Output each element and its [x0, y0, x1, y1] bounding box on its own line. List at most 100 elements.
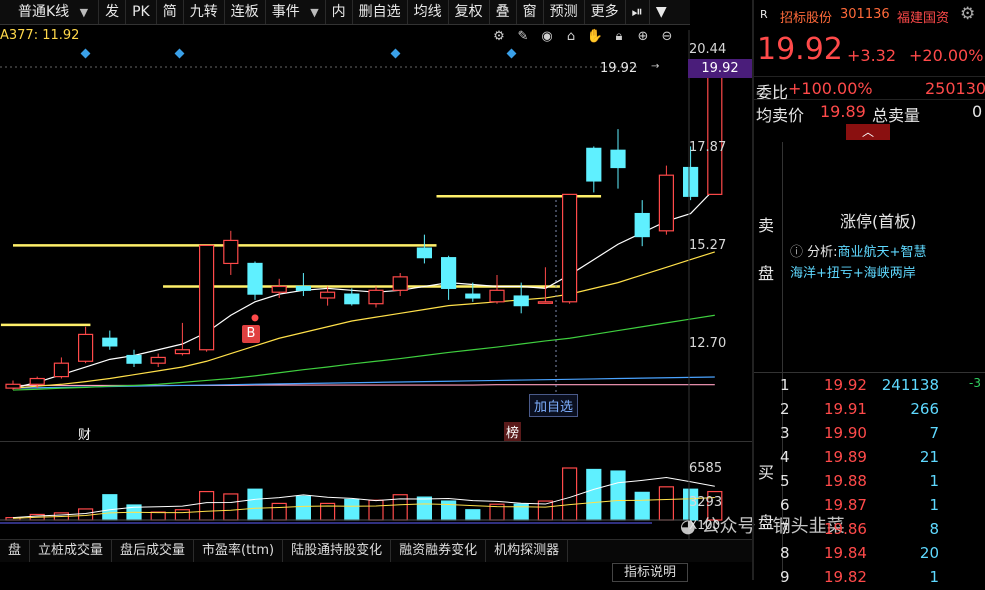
avg-price: 19.89	[820, 102, 866, 121]
bid-level-row[interactable]: 4 19.89 21	[754, 446, 985, 470]
vol-tick: 6585	[689, 461, 723, 476]
current-price-tag: 19.92	[688, 59, 752, 78]
volume-bar	[465, 509, 481, 521]
vol-ma10-line	[12, 496, 715, 519]
settings-icon[interactable]: ⚙	[960, 4, 975, 24]
candle-body	[634, 212, 650, 238]
candle-body	[707, 66, 723, 195]
volume-bar	[223, 493, 239, 521]
support-lines	[0, 195, 602, 327]
ma10-line	[12, 251, 715, 389]
add-watchlist-button[interactable]: 加自选	[529, 394, 579, 417]
volume-bar	[247, 488, 263, 521]
candle-body	[150, 356, 166, 364]
bid-level-row[interactable]: 6 19.87 1	[754, 494, 985, 518]
weibi-volume: 250130	[925, 79, 985, 98]
price-row: 19.92 +3.32 +20.00%	[754, 32, 985, 68]
arrow-right-icon: →	[651, 61, 660, 72]
wechat-icon: ◕	[680, 516, 696, 537]
sell-side-label: 卖 盘	[754, 142, 783, 372]
region-tag[interactable]: 福建国资	[897, 7, 949, 26]
bid-level-row[interactable]: 2 19.91 266	[754, 398, 985, 422]
candle-body	[561, 193, 578, 303]
candle-body	[223, 239, 239, 265]
avg-label: 均卖价	[756, 106, 805, 125]
sell-label-1: 卖	[758, 216, 775, 235]
tab-margin-change[interactable]: 融资融券变化	[391, 540, 487, 562]
bid-level-price: 19.89	[824, 448, 867, 466]
bid-level-row[interactable]: 8 19.84 20	[754, 542, 985, 566]
total-sell-label: 总卖量	[872, 106, 921, 125]
indicator-info-button[interactable]: 指标说明	[612, 563, 688, 582]
vol-tick: 3293	[689, 495, 723, 510]
candle-body	[586, 147, 602, 182]
volume-bar	[634, 491, 650, 521]
avg-row: 均卖价 19.89 总卖量 0	[754, 99, 985, 125]
kline-chart[interactable]	[0, 0, 752, 540]
divider	[754, 372, 985, 373]
bid-level-volume: 266	[910, 400, 939, 418]
last-price: 19.92	[757, 32, 843, 67]
candle-body	[53, 362, 70, 378]
quote-panel: R 招标股份 301136 福建国资 ⚙ 19.92 +3.32 +20.00%…	[754, 0, 985, 586]
bid-level-price: 19.86	[824, 520, 867, 538]
bid-level-volume: 1	[929, 496, 939, 514]
tab-pan[interactable]: 盘	[0, 540, 31, 562]
bid-level-price: 19.88	[824, 472, 867, 490]
bid-level-row[interactable]: 9 19.82 1	[754, 566, 985, 590]
bid-level-price: 19.91	[824, 400, 867, 418]
price-hint-label: 19.92	[600, 61, 638, 76]
volume-bar	[658, 486, 675, 521]
bid-level-price: 19.87	[824, 496, 867, 514]
bid-level-price: 19.92	[824, 376, 867, 394]
tab-northbound-holding[interactable]: 陆股通持股变化	[283, 540, 392, 562]
volume-bar	[174, 509, 190, 521]
candle-body	[199, 244, 215, 351]
tab-after-hours-volume[interactable]: 盘后成交量	[112, 540, 195, 562]
candle-body	[320, 291, 336, 299]
ranking-marker[interactable]: 榜	[504, 422, 522, 441]
signal-dot	[251, 314, 259, 322]
volume-bar	[561, 467, 578, 521]
analysis-line1[interactable]: 商业航天+智慧	[838, 245, 927, 260]
candle-body	[77, 333, 94, 362]
bid-level-row[interactable]: 7 19.86 8	[754, 518, 985, 542]
buy-signal-badge[interactable]: B	[242, 325, 260, 343]
total-sell-value: 0	[972, 102, 983, 121]
candle-body	[465, 293, 481, 299]
candle-body	[392, 276, 408, 291]
bid-level-volume: 241138	[881, 376, 939, 394]
bid-level-price: 19.84	[824, 544, 867, 562]
bid-level-price: 19.82	[824, 568, 867, 586]
analysis-prefix: 分析:	[807, 245, 838, 260]
candle-body	[344, 293, 360, 305]
r-tag: R	[760, 8, 768, 21]
tab-lizhuang-volume[interactable]: 立桩成交量	[30, 540, 113, 562]
bid-level-num: 8	[780, 544, 790, 562]
volume-bar	[295, 495, 311, 521]
bid-level-num: 9	[780, 568, 790, 586]
limit-up-status: 涨停(首板)	[840, 212, 917, 231]
analysis-line2[interactable]: 海洋+扭亏+海峡两岸	[790, 263, 980, 284]
bid-level-num: 6	[780, 496, 790, 514]
volume-bar	[416, 496, 432, 521]
change-abs: +3.32	[847, 46, 897, 65]
volume-bar	[150, 511, 166, 521]
bid-level-row[interactable]: 5 19.88 1	[754, 470, 985, 494]
chevron-up-icon[interactable]: ︿	[846, 124, 890, 140]
bid-level-row[interactable]: 1 19.92 241138 -3	[754, 374, 985, 398]
candle-body	[368, 289, 384, 305]
vol-ma5-line	[12, 477, 715, 519]
tab-institution-detector[interactable]: 机构探测器	[486, 540, 569, 562]
stock-name[interactable]: 招标股份	[780, 7, 832, 26]
analysis-block: ⓘ 分析:商业航天+智慧 海洋+扭亏+海峡两岸	[790, 242, 980, 284]
candle-body	[682, 166, 699, 197]
indicator-tabs: 盘 立桩成交量 盘后成交量 市盈率(ttm) 陆股通持股变化 融资融券变化 机构…	[0, 539, 752, 562]
volume-bar	[586, 468, 602, 521]
bid-level-num: 4	[780, 448, 790, 466]
quote-header: R 招标股份 301136 福建国资 ⚙	[754, 4, 985, 28]
volume-bar	[368, 499, 384, 521]
tab-pe-ttm[interactable]: 市盈率(ttm)	[194, 540, 284, 562]
bid-level-row[interactable]: 3 19.90 7	[754, 422, 985, 446]
bid-level-volume: 8	[929, 520, 939, 538]
